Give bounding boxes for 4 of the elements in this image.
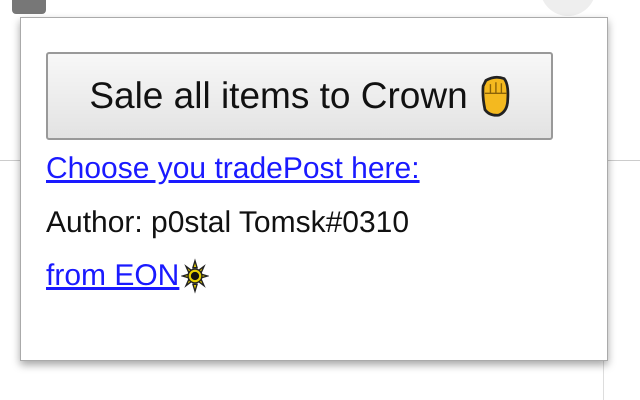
sell-button[interactable]: Sale all items to Crown [46,52,553,140]
eon-link[interactable]: from EON [46,258,210,294]
author-text: Author: p0stal Tomsk#0310 [46,206,410,240]
trade-post-link[interactable]: Choose you tradePost here: [46,152,420,186]
